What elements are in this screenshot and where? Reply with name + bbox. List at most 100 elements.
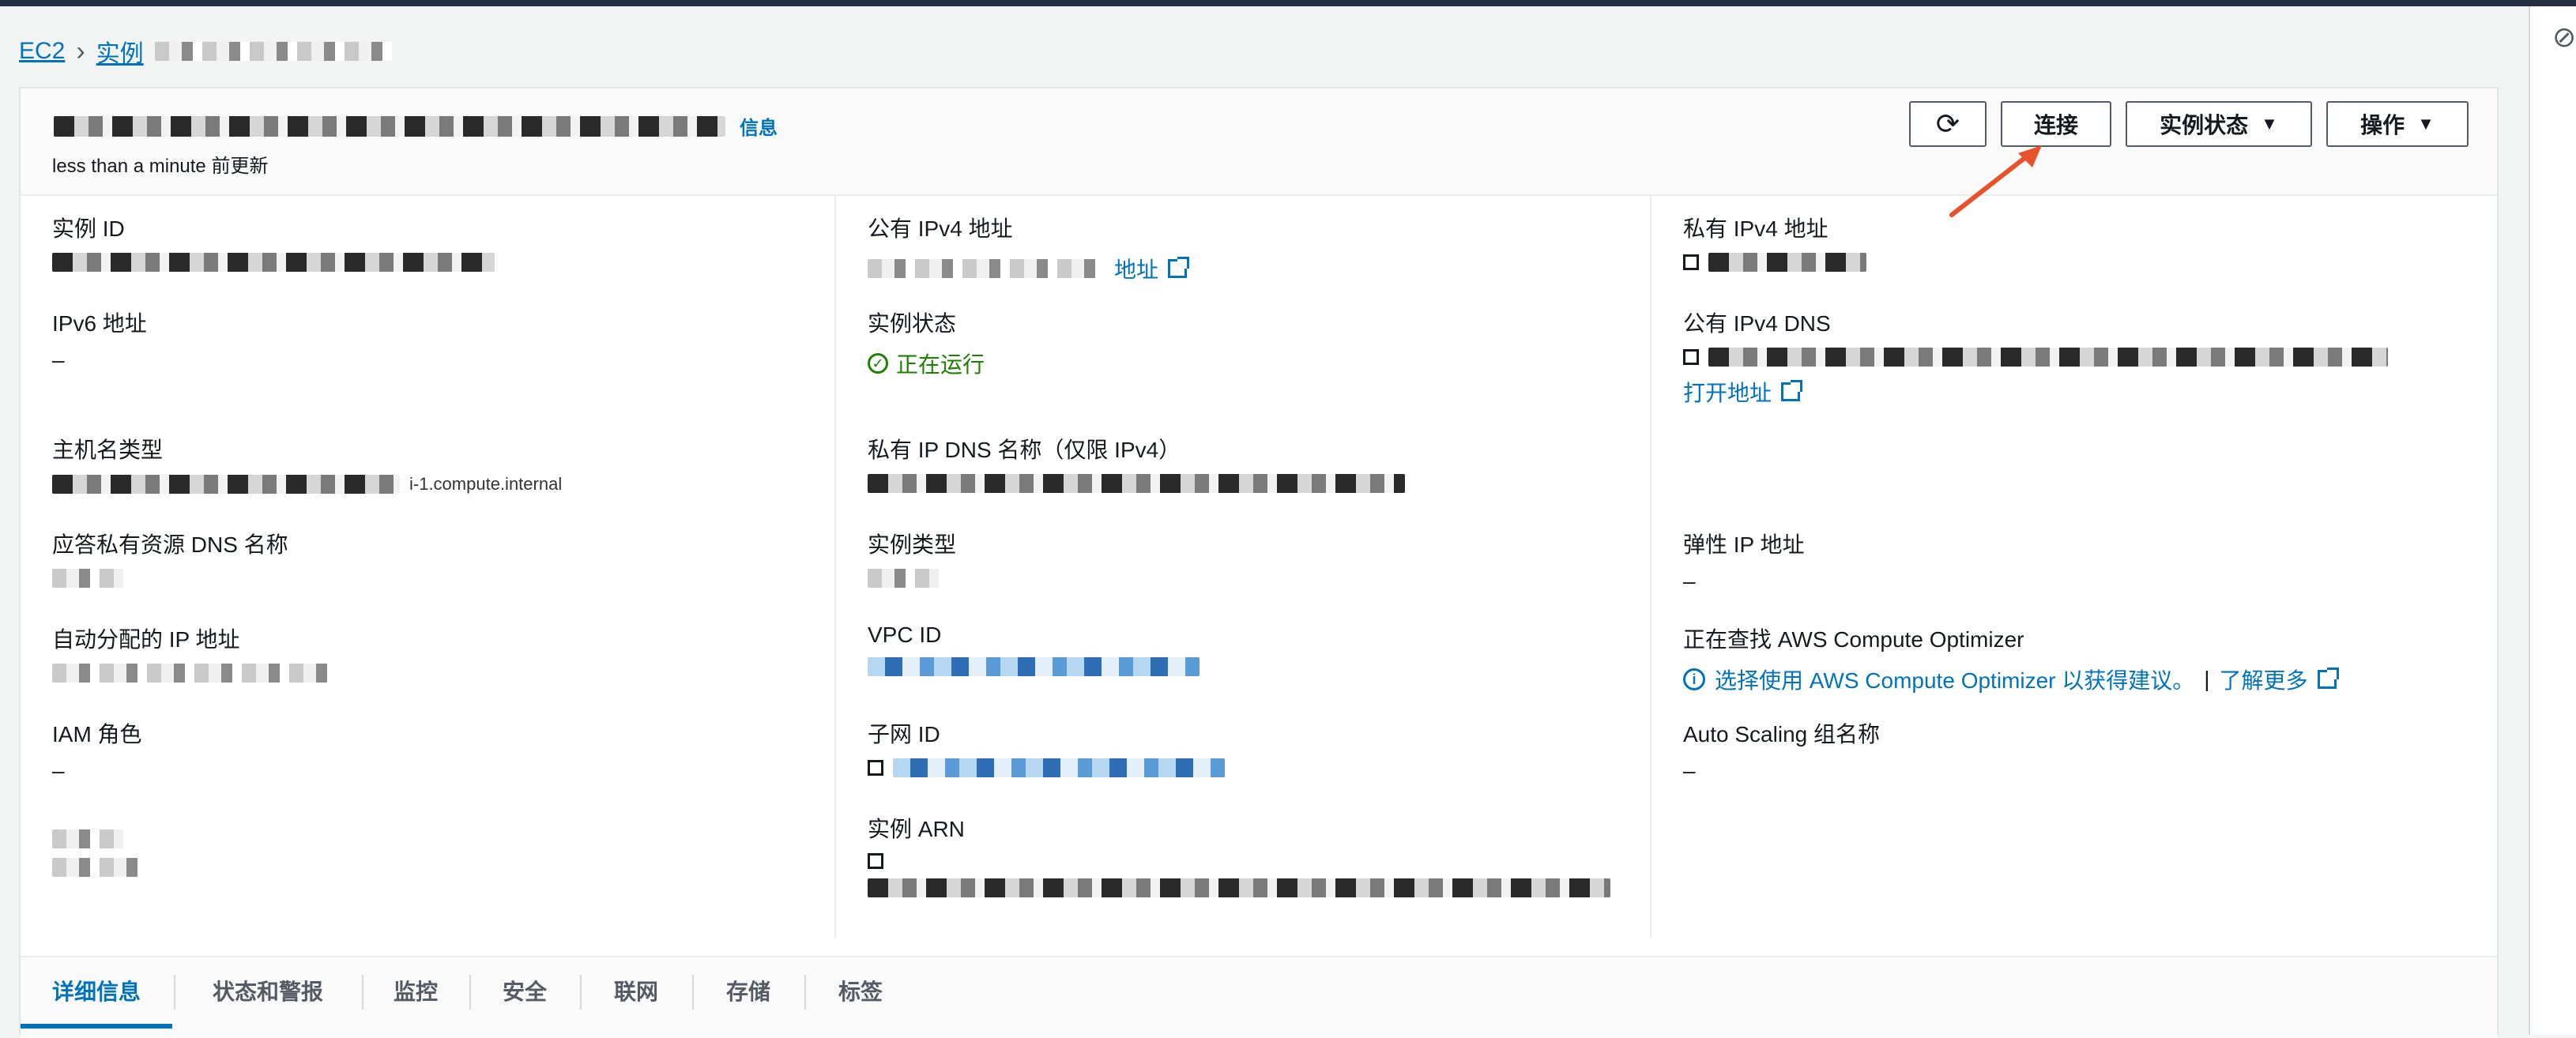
info-circle-icon: i bbox=[1683, 668, 1705, 690]
field-private-ipv4: 私有 IPv4 地址 bbox=[1679, 212, 1866, 277]
caret-down-icon: ▼ bbox=[2261, 114, 2278, 134]
details-column-1: 实例 ID IPv6 地址 – 主机名类型 i-1.compute.intern… bbox=[21, 196, 836, 938]
learn-more-link[interactable]: 了解更多 bbox=[2220, 664, 2308, 695]
field-instance-id: 实例 ID bbox=[52, 212, 495, 272]
instance-summary-panel: 信息 less than a minute 前更新 ⟳ 连接 实例状态 ▼ 操作… bbox=[19, 87, 2499, 1038]
copy-icon[interactable] bbox=[864, 853, 883, 876]
iam-role-label: IAM 角色 bbox=[52, 722, 142, 747]
open-address-link[interactable]: 打开地址 bbox=[1683, 376, 1772, 408]
auto-ip-label: 自动分配的 IP 地址 bbox=[52, 627, 240, 652]
breadcrumb-instances-link[interactable]: 实例 bbox=[96, 34, 144, 69]
private-ipv4-label: 私有 IPv4 地址 bbox=[1683, 216, 1828, 241]
check-circle-icon: ✓ bbox=[868, 353, 888, 374]
instance-state-status: ✓ 正在运行 bbox=[868, 348, 985, 379]
answer-dns-label: 应答私有资源 DNS 名称 bbox=[52, 532, 288, 557]
tab-monitoring[interactable]: 监控 bbox=[363, 957, 468, 1024]
elastic-ip-value: – bbox=[1683, 569, 1696, 593]
instance-state-value: 正在运行 bbox=[896, 352, 985, 377]
auto-scaling-group-label: Auto Scaling 组名称 bbox=[1683, 722, 1880, 747]
refresh-button[interactable]: ⟳ bbox=[1909, 101, 1987, 147]
connect-button-label: 连接 bbox=[2033, 113, 2078, 137]
vpc-id-label: VPC ID bbox=[868, 622, 942, 647]
details-column-3: 私有 IPv4 地址 公有 IPv4 DNS 打开地址 弹性 IP 地址 – 正… bbox=[1651, 196, 2497, 938]
field-instance-type: 实例类型 bbox=[868, 528, 956, 588]
actions-label: 操作 bbox=[2360, 113, 2405, 137]
public-ipv4-value-masked bbox=[868, 259, 1105, 278]
tab-details[interactable]: 详细信息 bbox=[21, 957, 172, 1029]
info-link[interactable]: 信息 bbox=[740, 112, 778, 140]
tab-networking[interactable]: 联网 bbox=[582, 957, 691, 1024]
field-hostname-type: 主机名类型 i-1.compute.internal bbox=[52, 433, 562, 495]
tab-storage[interactable]: 存储 bbox=[694, 957, 803, 1024]
compute-optimizer-label: 正在查找 AWS Compute Optimizer bbox=[1683, 627, 2024, 652]
details-tab-bar: 详细信息 状态和警报 监控 安全 联网 存储 标签 bbox=[21, 956, 2497, 1038]
top-nav-bar bbox=[0, 0, 2576, 6]
details-column-2: 公有 IPv4 地址 地址 实例状态 ✓ 正在运行 私有 IP DNS 名称（仅… bbox=[836, 196, 1651, 938]
masked-label bbox=[52, 829, 123, 848]
field-auto-scaling-group: Auto Scaling 组名称 – bbox=[1683, 717, 1880, 784]
caret-down-icon: ▼ bbox=[2417, 114, 2435, 134]
rail-help-icon[interactable]: ⊘ bbox=[2552, 21, 2576, 54]
last-updated-text: less than a minute 前更新 bbox=[52, 156, 269, 177]
instance-type-value-masked bbox=[868, 569, 939, 588]
field-auto-ip: 自动分配的 IP 地址 bbox=[52, 622, 337, 683]
instance-arn-label: 实例 ARN bbox=[868, 817, 965, 841]
actions-dropdown[interactable]: 操作 ▼ bbox=[2326, 101, 2469, 147]
answer-dns-value-masked bbox=[52, 569, 123, 588]
private-dns-value-masked bbox=[868, 474, 1405, 493]
external-link-icon[interactable] bbox=[1781, 380, 1803, 401]
ipv6-label: IPv6 地址 bbox=[52, 311, 147, 336]
tab-tags[interactable]: 标签 bbox=[806, 957, 915, 1024]
external-link-icon[interactable] bbox=[1168, 257, 1190, 278]
hostname-type-label: 主机名类型 bbox=[52, 438, 164, 462]
right-side-rail bbox=[2529, 6, 2576, 1035]
field-instance-arn: 实例 ARN bbox=[864, 812, 1610, 897]
field-ipv6: IPv6 地址 – bbox=[52, 307, 147, 373]
private-ipv4-value-masked bbox=[1708, 253, 1866, 272]
connect-button[interactable]: 连接 bbox=[2001, 101, 2111, 147]
public-ipv4-label: 公有 IPv4 地址 bbox=[868, 216, 1013, 241]
field-subnet-id: 子网 ID bbox=[864, 717, 1225, 783]
copy-icon[interactable] bbox=[1679, 254, 1699, 277]
private-dns-label: 私有 IP DNS 名称（仅限 IPv4） bbox=[868, 438, 1181, 462]
copy-icon[interactable] bbox=[1679, 349, 1699, 372]
field-private-dns: 私有 IP DNS 名称（仅限 IPv4） bbox=[868, 433, 1405, 493]
copy-icon[interactable] bbox=[864, 760, 883, 783]
subnet-id-value-masked[interactable] bbox=[893, 758, 1225, 777]
instance-state-dropdown[interactable]: 实例状态 ▼ bbox=[2126, 101, 2312, 147]
field-public-ipv4: 公有 IPv4 地址 地址 bbox=[868, 212, 1190, 284]
instance-state-field-label: 实例状态 bbox=[868, 311, 957, 336]
chevron-right-icon: › bbox=[76, 36, 85, 66]
refresh-icon: ⟳ bbox=[1935, 107, 1960, 140]
ipv6-value: – bbox=[52, 348, 65, 372]
hostname-value-masked bbox=[52, 475, 400, 494]
subnet-id-label: 子网 ID bbox=[868, 722, 940, 747]
public-ipv4-open-link[interactable]: 地址 bbox=[1114, 253, 1158, 284]
field-iam-role: IAM 角色 – bbox=[52, 717, 142, 784]
field-compute-optimizer: 正在查找 AWS Compute Optimizer i 选择使用 AWS Co… bbox=[1683, 622, 2339, 695]
instance-id-label: 实例 ID bbox=[52, 216, 125, 241]
field-answer-dns: 应答私有资源 DNS 名称 bbox=[52, 528, 288, 588]
vpc-id-value-masked[interactable] bbox=[868, 657, 1199, 676]
field-masked-bottom bbox=[52, 820, 139, 877]
details-grid: 实例 ID IPv6 地址 – 主机名类型 i-1.compute.intern… bbox=[21, 196, 2497, 956]
instance-arn-value-masked bbox=[868, 878, 1610, 897]
elastic-ip-label: 弹性 IP 地址 bbox=[1683, 532, 1805, 557]
field-public-dns: 公有 IPv4 DNS 打开地址 bbox=[1679, 307, 2388, 408]
masked-value bbox=[52, 858, 139, 877]
field-instance-state: 实例状态 ✓ 正在运行 bbox=[868, 307, 985, 379]
tab-security[interactable]: 安全 bbox=[471, 957, 578, 1024]
instance-id-value-masked[interactable] bbox=[52, 253, 495, 272]
field-vpc-id: VPC ID bbox=[868, 622, 1199, 676]
compute-optimizer-optin-link[interactable]: 选择使用 AWS Compute Optimizer 以获得建议。 bbox=[1715, 664, 2194, 695]
separator-pipe: | bbox=[2204, 667, 2210, 691]
public-dns-label: 公有 IPv4 DNS bbox=[1683, 311, 1831, 336]
hostname-partial: i-1.compute.internal bbox=[409, 474, 563, 494]
instance-title-masked bbox=[54, 115, 725, 137]
breadcrumb-ec2-link[interactable]: EC2 bbox=[19, 38, 65, 65]
tab-status-alarms[interactable]: 状态和警报 bbox=[175, 957, 360, 1024]
field-elastic-ip: 弹性 IP 地址 – bbox=[1683, 528, 1805, 594]
external-link-icon[interactable] bbox=[2317, 668, 2339, 689]
iam-role-value: – bbox=[52, 758, 65, 783]
breadcrumb: EC2 › 实例 bbox=[19, 32, 392, 71]
